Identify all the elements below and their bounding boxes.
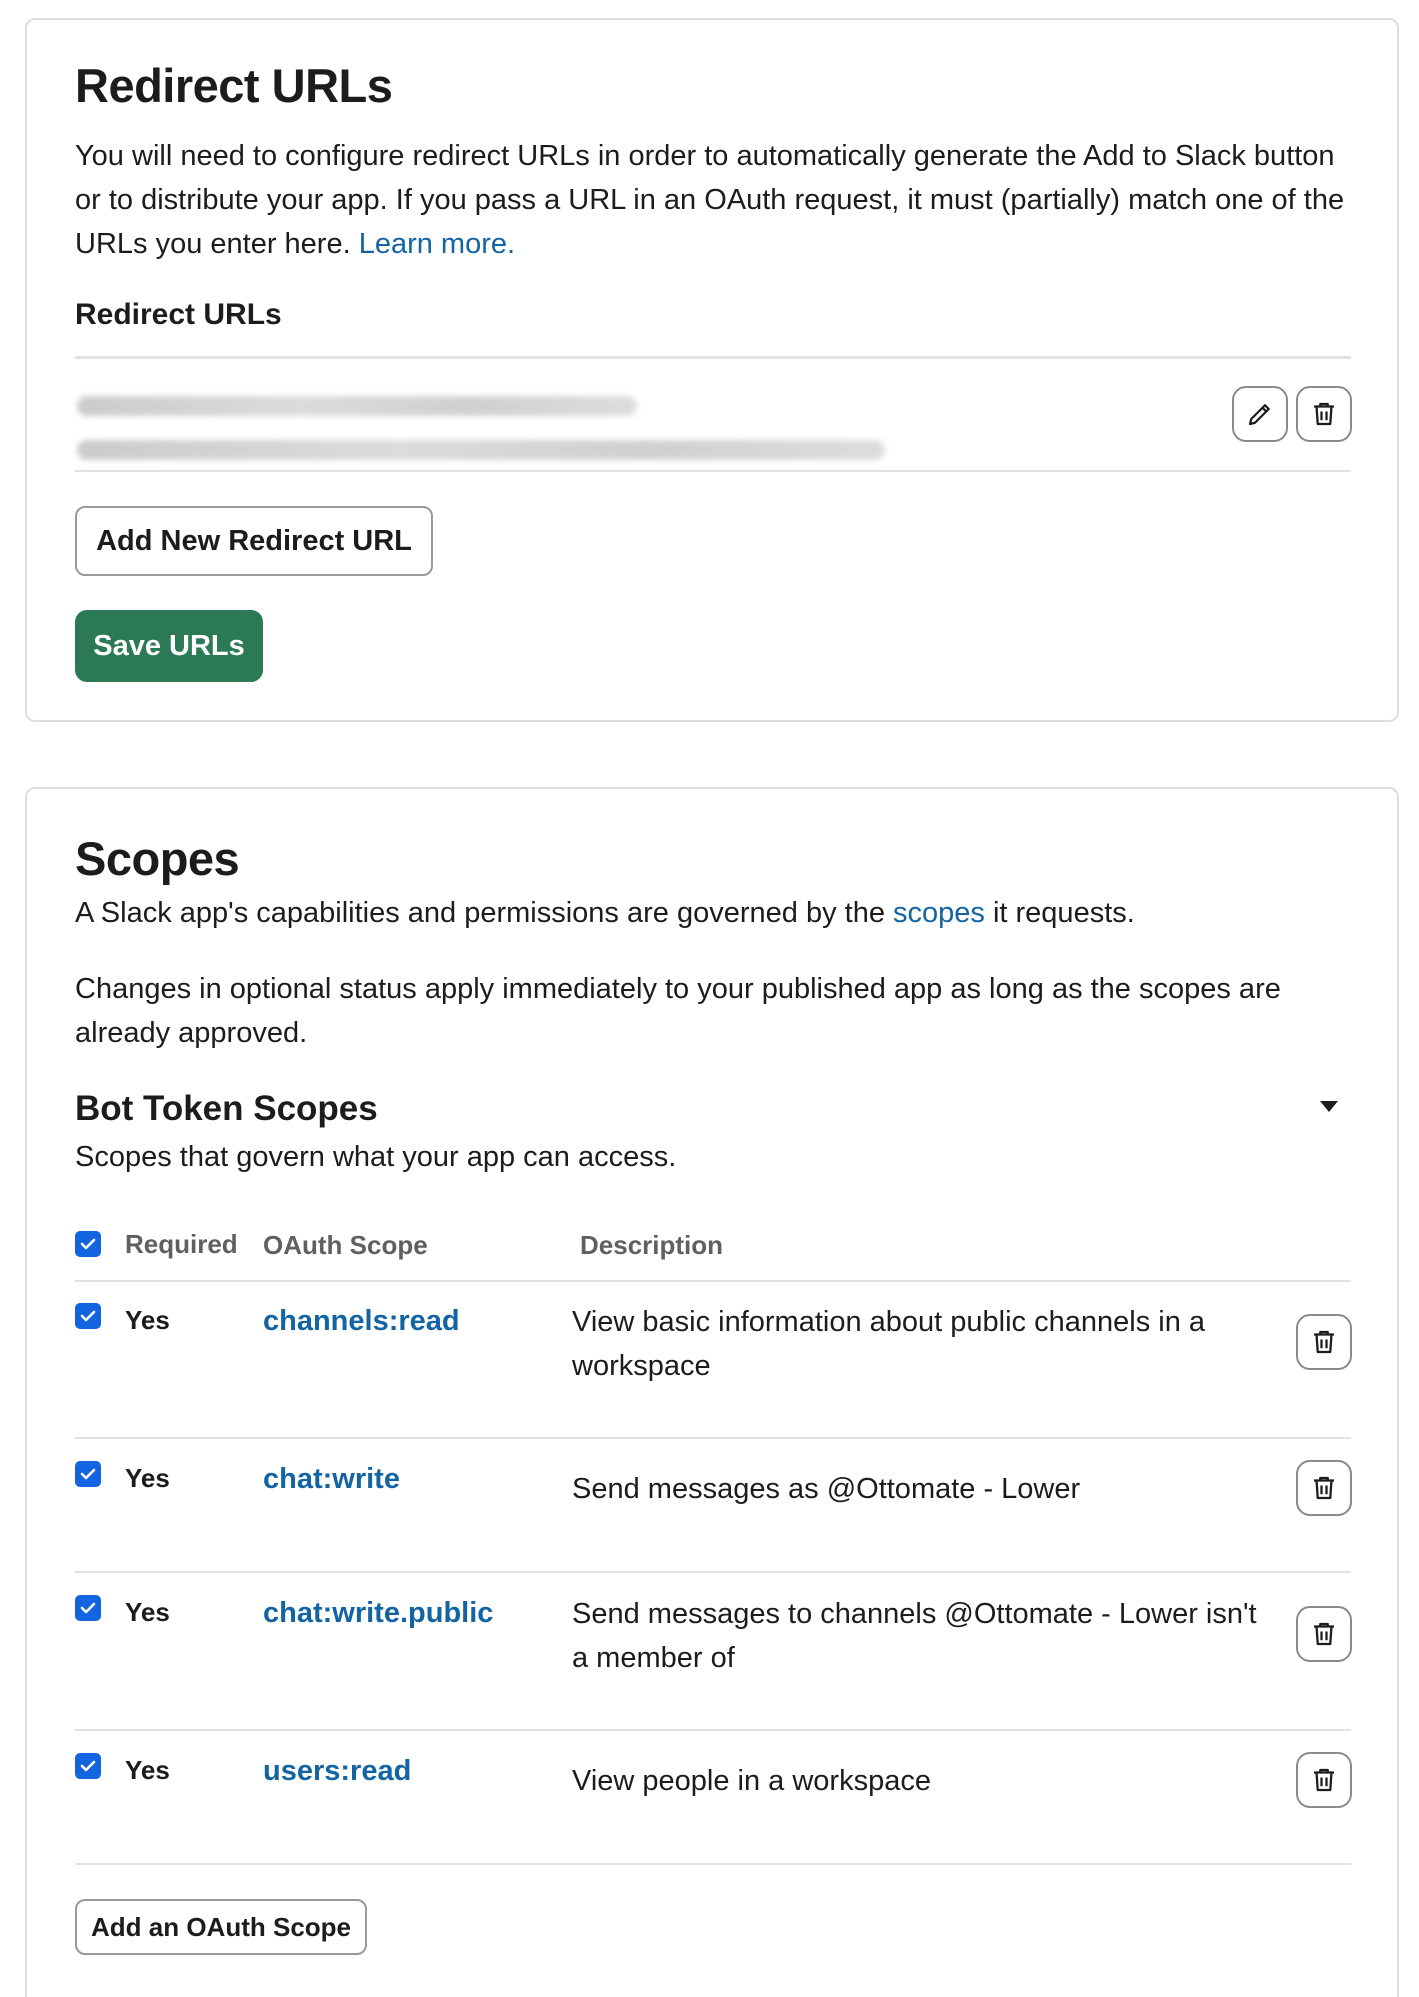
scopes-intro-text-end: it requests. [984, 897, 1135, 929]
delete-scope-button[interactable] [1296, 1752, 1352, 1808]
scope-name-link[interactable]: users:read [263, 1755, 411, 1788]
column-header-required: Required [125, 1229, 238, 1259]
scopes-link[interactable]: scopes [893, 897, 985, 929]
delete-scope-button[interactable] [1296, 1460, 1352, 1516]
trash-icon [1314, 1330, 1334, 1354]
learn-more-link[interactable]: Learn more. [359, 228, 515, 260]
redirect-urls-description: You will need to configure redirect URLs… [75, 134, 1365, 266]
scope-name-link[interactable]: chat:write.public [263, 1597, 493, 1630]
check-icon [80, 1238, 96, 1250]
delete-url-button[interactable] [1296, 386, 1352, 442]
bot-token-scopes-title: Bot Token Scopes [75, 1089, 378, 1128]
redirect-urls-list-heading: Redirect URLs [75, 298, 282, 331]
select-all-checkbox[interactable] [75, 1231, 101, 1257]
redirect-urls-title: Redirect URLs [75, 59, 393, 112]
scope-description: View people in a workspace [572, 1765, 931, 1797]
required-value: Yes [125, 1755, 170, 1785]
scopes-card: Scopes A Slack app's capabilities and pe… [25, 787, 1399, 1997]
caret-down-icon[interactable] [1320, 1101, 1338, 1112]
add-new-redirect-url-button[interactable]: Add New Redirect URL [75, 506, 433, 576]
check-icon [80, 1310, 96, 1322]
check-icon [80, 1760, 96, 1772]
redirect-urls-card: Redirect URLs You will need to configure… [25, 18, 1399, 722]
trash-icon [1314, 1768, 1334, 1792]
delete-scope-button[interactable] [1296, 1606, 1352, 1662]
optional-status-note: Changes in optional status apply immedia… [75, 973, 1281, 1049]
save-urls-button[interactable]: Save URLs [75, 610, 263, 682]
required-checkbox[interactable] [75, 1595, 101, 1621]
scopes-title: Scopes [75, 832, 240, 885]
required-checkbox[interactable] [75, 1753, 101, 1779]
scope-name-link[interactable]: chat:write [263, 1463, 400, 1496]
required-value: Yes [125, 1305, 170, 1335]
divider [75, 356, 1351, 359]
bot-token-scopes-subtitle: Scopes that govern what your app can acc… [75, 1141, 677, 1173]
scope-description: Send messages to channels @Ottomate - Lo… [572, 1598, 1257, 1674]
column-header-oauth-scope: OAuth Scope [263, 1230, 428, 1260]
column-header-description: Description [580, 1230, 724, 1260]
divider [75, 1437, 1351, 1439]
scope-name-link[interactable]: channels:read [263, 1305, 460, 1338]
scope-description: View basic information about public chan… [572, 1306, 1206, 1382]
trash-icon [1314, 402, 1334, 426]
divider [75, 1280, 1351, 1282]
required-checkbox[interactable] [75, 1303, 101, 1329]
delete-scope-button[interactable] [1296, 1314, 1352, 1370]
redirect-url-blurred-line-1 [77, 396, 637, 416]
add-oauth-scope-button[interactable]: Add an OAuth Scope [75, 1899, 367, 1955]
divider [75, 1729, 1351, 1731]
redirect-description-text: You will need to configure redirect URLs… [75, 140, 1345, 260]
required-value: Yes [125, 1463, 170, 1493]
scopes-intro-text: A Slack app's capabilities and permissio… [75, 897, 894, 929]
scope-description: Send messages as @Ottomate - Lower [572, 1473, 1081, 1505]
trash-icon [1314, 1622, 1334, 1646]
check-icon [80, 1602, 96, 1614]
divider [75, 1863, 1351, 1865]
trash-icon [1314, 1476, 1334, 1500]
divider [75, 470, 1351, 472]
redirect-url-blurred-line-2 [77, 440, 885, 460]
required-value: Yes [125, 1597, 170, 1627]
required-checkbox[interactable] [75, 1461, 101, 1487]
divider [75, 1571, 1351, 1573]
check-icon [80, 1468, 96, 1480]
pencil-icon [1248, 404, 1270, 426]
edit-url-button[interactable] [1232, 386, 1288, 442]
scopes-intro: A Slack app's capabilities and permissio… [75, 891, 1365, 935]
